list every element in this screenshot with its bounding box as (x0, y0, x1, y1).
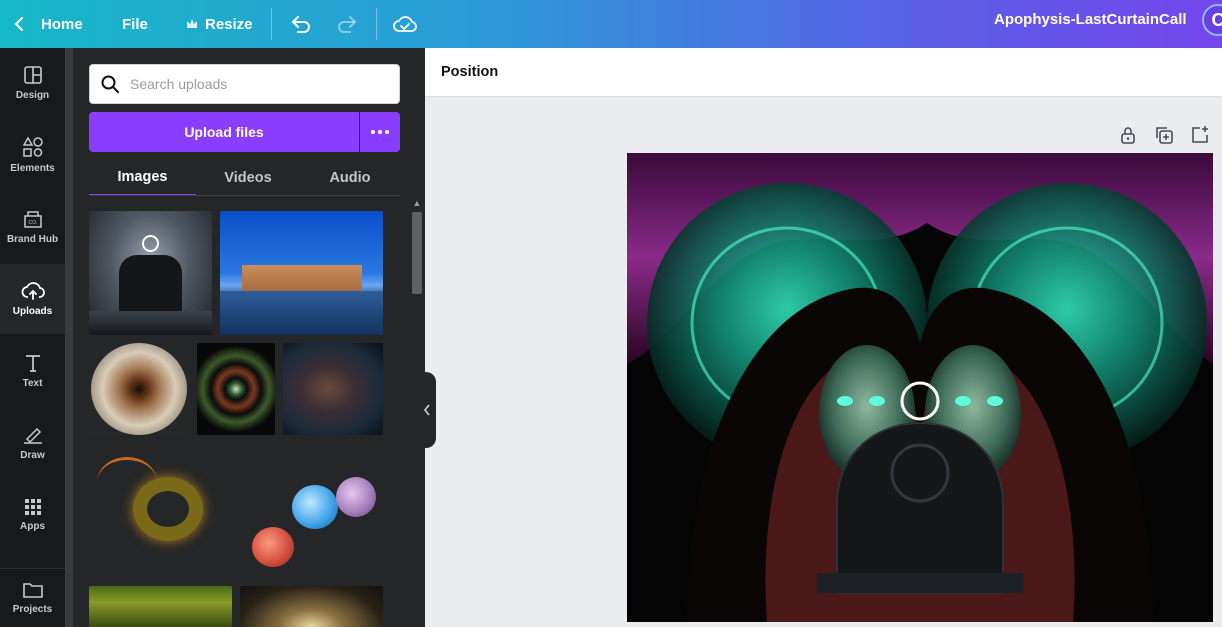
tabs-divider (89, 195, 400, 196)
scroll-up-icon[interactable]: ▲ (412, 198, 422, 208)
undo-button[interactable] (290, 0, 312, 48)
lock-icon (1121, 127, 1135, 144)
upload-thumbnail-mandala[interactable] (197, 343, 275, 435)
design-canvas[interactable] (627, 153, 1213, 622)
resize-button[interactable]: Resize (186, 0, 253, 48)
duplicate-page-button[interactable] (1154, 125, 1174, 145)
tab-label: Images (117, 169, 168, 185)
floor-shape (89, 311, 212, 335)
building-shape (242, 265, 362, 291)
resize-label: Resize (205, 15, 253, 33)
toolbar-divider (376, 8, 377, 40)
more-options-button[interactable] (360, 112, 400, 152)
rail-label: Projects (12, 604, 53, 615)
layout-icon (23, 66, 42, 84)
upload-thumbnail-smoke[interactable] (283, 343, 383, 435)
shapes-icon (22, 136, 43, 157)
undo-icon (291, 16, 310, 33)
chevron-left-icon (14, 17, 23, 31)
rail-item-draw[interactable]: Draw (0, 408, 65, 478)
avatar[interactable]: C (1202, 4, 1222, 36)
rail-item-apps[interactable]: Apps (0, 480, 65, 550)
more-dots-icon (371, 130, 389, 134)
search-icon (101, 75, 119, 93)
top-bar: Home File Resize Apophysis-LastCurtainCa… (0, 0, 1222, 48)
blue-orb-shape (292, 485, 338, 529)
halo-ring (142, 235, 159, 252)
folder-icon (22, 583, 43, 598)
search-input[interactable] (130, 76, 380, 92)
document-title[interactable]: Apophysis-LastCurtainCall (994, 0, 1187, 40)
file-label: File (122, 15, 148, 33)
redo-icon (338, 16, 357, 33)
upload-files-label: Upload files (184, 124, 264, 140)
cloud-upload-icon (21, 282, 45, 300)
text-icon (25, 355, 40, 372)
upload-thumbnail-waterfront[interactable] (220, 211, 383, 335)
upload-thumbnail-eye[interactable] (89, 343, 189, 435)
file-menu-button[interactable]: File (122, 0, 148, 48)
throne-shape (119, 255, 182, 315)
pen-icon (23, 427, 42, 444)
water-shape (220, 291, 383, 335)
rail-item-elements[interactable]: Elements (0, 120, 65, 190)
rail-item-brand-hub[interactable]: CO. Brand Hub (0, 192, 65, 262)
tab-label: Audio (329, 170, 371, 186)
apps-grid-icon (24, 499, 41, 515)
upload-thumbnail-throne[interactable] (89, 211, 212, 335)
red-orb-shape (252, 527, 294, 567)
position-button[interactable]: Position (441, 48, 498, 97)
tab-audio[interactable]: Audio (300, 160, 400, 196)
redo-button[interactable] (336, 0, 358, 48)
lock-page-button[interactable] (1118, 125, 1138, 145)
tab-videos[interactable]: Videos (196, 160, 300, 196)
rail-label: Uploads (12, 306, 53, 317)
rail-label: Design (15, 90, 50, 101)
media-tabs: Images Videos Audio (89, 160, 400, 196)
upload-thumbnail-foliage[interactable] (89, 586, 232, 627)
tab-images[interactable]: Images (89, 160, 196, 196)
home-button[interactable]: Home (14, 0, 83, 48)
save-status-button[interactable] (393, 0, 417, 48)
search-box[interactable] (89, 64, 400, 104)
artwork-image (627, 153, 1213, 622)
rail-label: Elements (10, 163, 55, 174)
toolbar-divider (271, 8, 272, 40)
collapse-panel-button[interactable] (418, 372, 436, 448)
scroll-thumb[interactable] (412, 212, 422, 294)
rail-label: Text (22, 378, 43, 389)
context-toolbar: Position (425, 48, 1222, 97)
brand-hub-icon: CO. (23, 211, 42, 228)
rail-item-projects[interactable]: Projects (0, 568, 65, 627)
rail-label: Apps (20, 521, 45, 532)
rail-item-text[interactable]: Text (0, 336, 65, 406)
rail-label: Draw (20, 450, 45, 461)
upload-thumbnail-bubbles[interactable] (240, 447, 383, 567)
purple-orb-shape (336, 477, 376, 517)
cloud-check-icon (393, 16, 417, 32)
home-label: Home (41, 15, 83, 33)
rail-item-uploads[interactable]: Uploads (0, 264, 65, 334)
crown-icon (187, 19, 197, 28)
upload-thumbnail-fractal-ring[interactable] (89, 447, 232, 559)
upload-thumbnail-light[interactable] (240, 586, 383, 627)
svg-text:CO.: CO. (28, 220, 37, 226)
rail-item-design[interactable]: Design (0, 48, 65, 118)
side-rail: Design Elements CO. Brand Hub Uploads Te… (0, 48, 65, 627)
rail-label: Brand Hub (6, 234, 59, 245)
eye-shape (91, 343, 187, 435)
upload-files-button[interactable]: Upload files (89, 112, 359, 152)
fractal-swirl-shape (97, 457, 157, 507)
uploads-panel: Upload files Images Videos Audio ▲ (65, 48, 425, 627)
add-page-icon (1192, 126, 1208, 143)
duplicate-page-icon (1156, 127, 1173, 144)
tab-label: Videos (224, 170, 272, 186)
add-page-button[interactable] (1190, 125, 1210, 145)
chevron-left-icon (423, 404, 430, 416)
